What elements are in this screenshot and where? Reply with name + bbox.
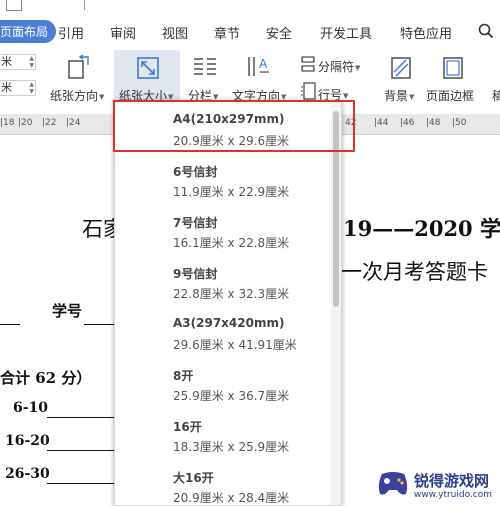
ruler-tick: |18 [0, 118, 15, 128]
title-separator [84, 0, 85, 10]
orientation-button[interactable]: 纸张方向▼ [50, 87, 104, 104]
gamepad-logo-icon [378, 472, 408, 495]
watermark-name: 锐得游戏网 [414, 472, 490, 490]
tab-view[interactable]: 视图 [162, 23, 188, 42]
ruler-tick: |24 [66, 118, 81, 128]
answer-line [47, 450, 114, 451]
page-border-button[interactable]: 页面边框 [426, 87, 474, 104]
background-button[interactable]: 背景▼ [384, 87, 414, 104]
student-no-label: 学号 [52, 302, 83, 320]
orientation-icon[interactable] [66, 54, 92, 80]
paper-size-option-envelope-7[interactable]: 7号信封 16.1厘米 x 22.8厘米 [115, 206, 331, 256]
ribbon-tabs: 页面布局 引用 审阅 视图 章节 安全 开发工具 特色应用 [0, 14, 500, 48]
ruler-tick: |22 [42, 118, 57, 128]
margin-spin-bottom[interactable]: 米 ▲ ▼ [0, 80, 36, 96]
paper-size-option-envelope-9[interactable]: 9号信封 22.8厘米 x 32.3厘米 [115, 257, 331, 307]
doc-title-right: 19——2020 学 [343, 216, 500, 241]
tab-sections[interactable]: 章节 [214, 23, 240, 42]
separator-icon[interactable] [300, 56, 316, 72]
watermark: 锐得游戏网 www.ytruido.com [376, 466, 500, 506]
ribbon-more-label[interactable]: 稿 [492, 87, 500, 104]
margin-spin-top[interactable]: 米 ▲ ▼ [0, 54, 36, 70]
page-border-icon[interactable] [442, 56, 464, 80]
tab-review[interactable]: 审阅 [110, 23, 136, 42]
question-range-2: 16-20 [5, 433, 50, 449]
paper-size-dropdown: A4(210x297mm) 20.9厘米 x 29.6厘米 6号信封 11.9厘… [114, 100, 342, 506]
line-numbers-icon[interactable] [300, 82, 316, 100]
title-strip [0, 0, 500, 14]
svg-text:A: A [259, 57, 268, 71]
tab-references[interactable]: 引用 [58, 23, 84, 42]
text-direction-icon[interactable]: A [246, 54, 272, 80]
background-icon[interactable] [390, 56, 412, 80]
highlight-box [113, 100, 355, 152]
dropdown-scrollbar[interactable] [331, 101, 341, 505]
separator-button[interactable]: 分隔符▼ [318, 58, 360, 75]
doc-subtitle-right: 一次月考答题卡 [341, 260, 488, 284]
blank-line [0, 324, 20, 325]
student-no-line [84, 324, 114, 325]
window-edge [6, 0, 22, 11]
paper-size-option-8k[interactable]: 8开 25.9厘米 x 36.7厘米 [115, 359, 331, 409]
answer-line [47, 483, 114, 484]
columns-icon[interactable] [192, 56, 218, 78]
ruler-tick: |20 [18, 118, 33, 128]
question-range-3: 26-30 [5, 466, 50, 482]
paper-size-option-envelope-6[interactable]: 6号信封 11.9厘米 x 22.9厘米 [115, 155, 331, 205]
watermark-url: www.ytruido.com [414, 490, 493, 500]
paper-size-option-big-16k[interactable]: 大16开 20.9厘米 x 28.4厘米 [115, 461, 331, 505]
answer-line [47, 417, 114, 418]
tab-developer[interactable]: 开发工具 [320, 23, 372, 42]
search-icon[interactable] [478, 22, 494, 40]
ruler-tick: |50 [452, 118, 467, 128]
ruler-tick: |48 [426, 118, 441, 128]
score-total: 合计 62 分） [0, 369, 92, 387]
paper-size-option-16k[interactable]: 16开 18.3厘米 x 25.9厘米 [115, 410, 331, 460]
paper-size-option-a3[interactable]: A3(297x420mm) 29.6厘米 x 41.91厘米 [115, 308, 331, 358]
ruler-tick: |46 [400, 118, 415, 128]
paper-size-icon [137, 57, 159, 79]
tab-special-apps[interactable]: 特色应用 [400, 23, 452, 42]
ruler-tick: |44 [374, 118, 389, 128]
question-range-1: 6-10 [13, 400, 49, 416]
tab-security[interactable]: 安全 [266, 23, 292, 42]
tab-page-layout[interactable]: 页面布局 [0, 20, 57, 43]
